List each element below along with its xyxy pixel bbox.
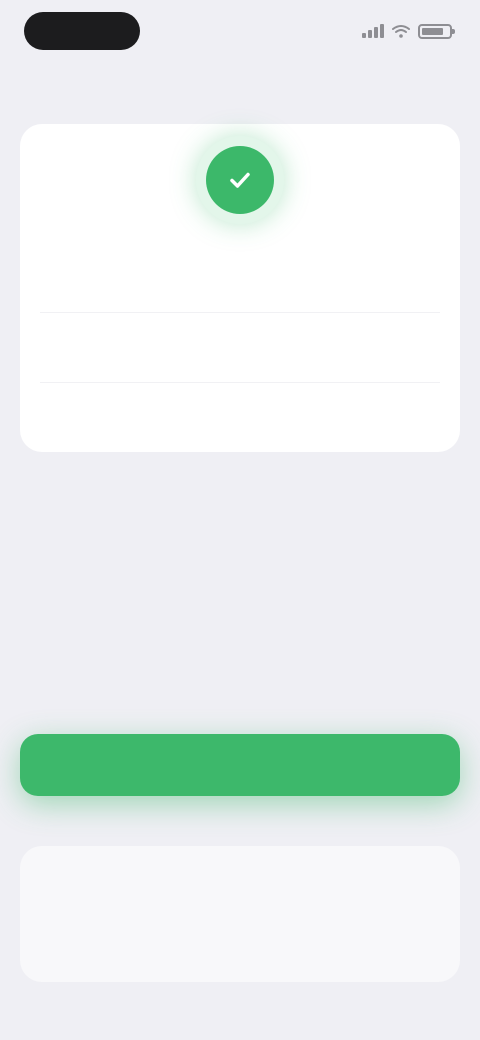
checkmark-icon bbox=[230, 172, 250, 188]
status-icons bbox=[362, 20, 455, 42]
battery-level bbox=[422, 27, 443, 35]
transaction-detail-card bbox=[20, 124, 460, 452]
success-badge bbox=[206, 146, 274, 214]
payment-confirmation-screen bbox=[0, 0, 480, 1040]
detail-row bbox=[40, 312, 440, 382]
status-time bbox=[24, 12, 140, 50]
bottom-panel bbox=[20, 846, 460, 982]
primary-action-button[interactable] bbox=[20, 734, 460, 796]
wifi-icon bbox=[392, 25, 410, 38]
battery-icon bbox=[418, 23, 455, 39]
cellular-signal-icon bbox=[362, 24, 384, 38]
status-bar bbox=[0, 0, 480, 64]
detail-row bbox=[40, 240, 440, 310]
detail-row bbox=[40, 382, 440, 452]
